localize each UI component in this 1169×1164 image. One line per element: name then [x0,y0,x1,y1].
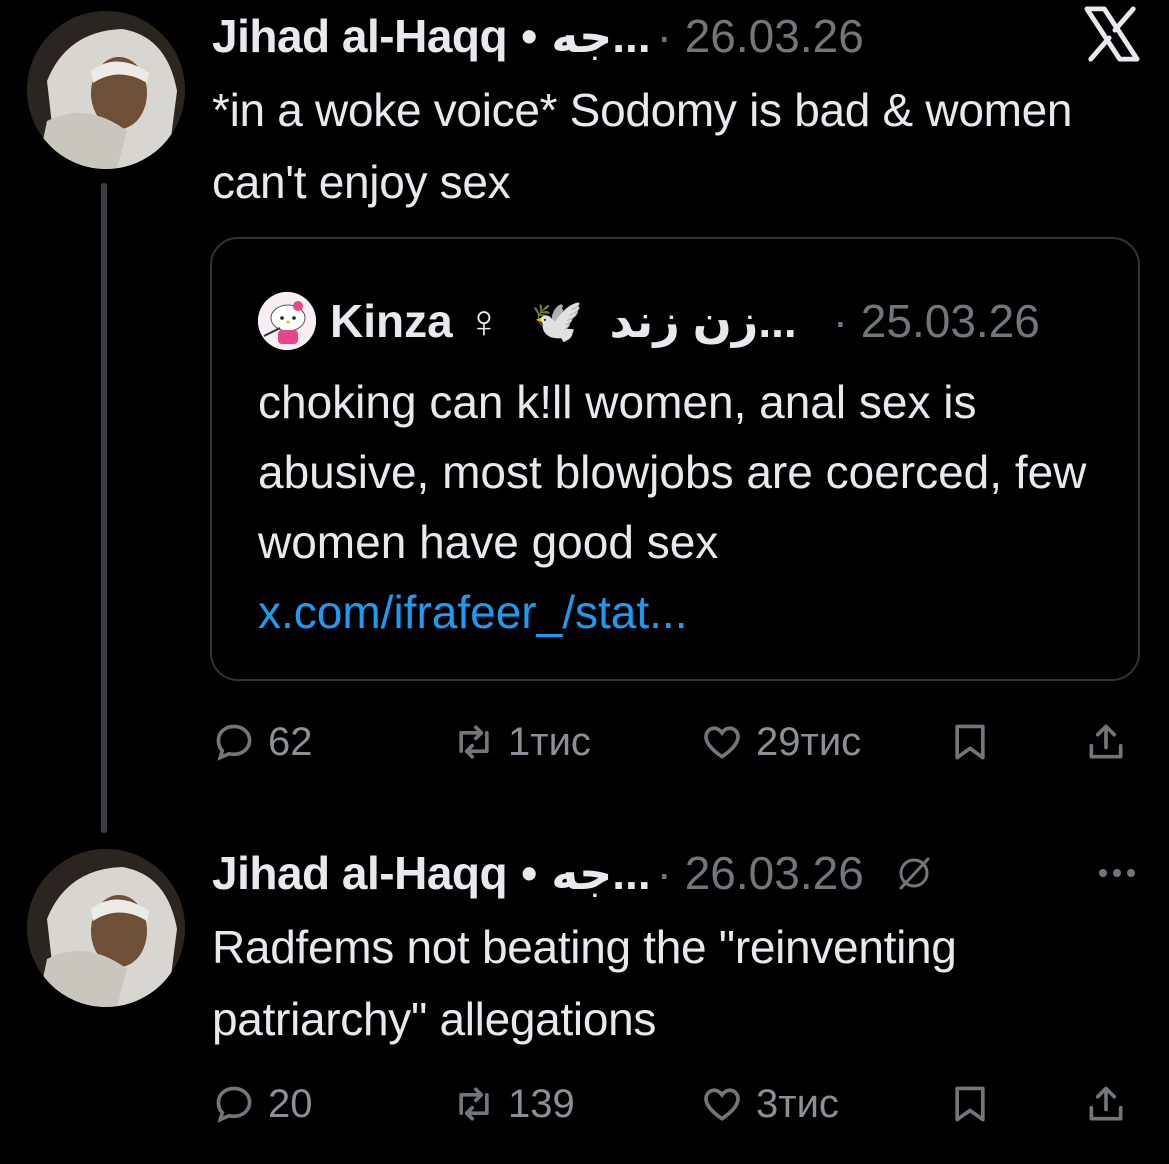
share-button[interactable] [1084,712,1140,772]
tweet-header: Jihad al-Haqq • جه... · 26.03.26 [212,843,1141,903]
retweet-icon [459,725,489,759]
retweet-button[interactable]: 139 [452,1074,575,1134]
retweet-count: 139 [508,1081,575,1126]
tweet-text: *in a woke voice* Sodomy is bad & women … [212,84,1073,208]
bookmark-icon [955,724,985,760]
hello-kitty-avatar-icon [258,292,316,350]
reply-button[interactable]: 62 [212,712,313,772]
tweet-1[interactable]: Jihad al-Haqq • جه... · 26.03.26 *in a w… [212,6,1141,218]
tweet-text: Radfems not beating the "reinventing pat… [212,921,957,1045]
retweet-count: 1тис [508,719,591,764]
author-name[interactable]: Jihad al-Haqq [212,9,508,63]
quoted-tweet-link[interactable]: x.com/ifrafeer_/stat... [258,586,687,638]
quoted-avatar[interactable] [258,292,316,350]
quoted-author-arabic-name[interactable]: زن زند... [609,294,796,348]
quoted-tweet-date[interactable]: · 25.03.26 [833,294,1040,348]
avatar-image [27,11,185,169]
like-count: 29тис [756,719,862,764]
tweet-2[interactable]: Jihad al-Haqq • جه... · 26.03.26 Radfems… [212,843,1141,1055]
quoted-tweet-header: Kinza ♀ 🕊️ زن زند... · 25.03.26 [258,291,1040,351]
avatar[interactable] [27,849,185,1007]
bookmark-button[interactable] [948,1074,1004,1134]
like-button[interactable]: 29тис [700,712,861,772]
avatar[interactable] [27,11,185,169]
dove-icon: 🕊️ [531,296,584,344]
more-icon[interactable] [1097,867,1137,879]
share-icon [1089,724,1123,759]
tweet-actions: 20 139 3тис [212,1074,1142,1134]
separator: • [521,10,538,62]
quoted-tweet-body: choking can k!ll women, anal sex is abus… [258,367,1118,647]
share-icon [1089,1086,1123,1121]
avatar-image [27,849,185,1007]
reply-icon [216,724,252,761]
thread-view: Jihad al-Haqq • جه... · 26.03.26 *in a w… [0,0,1169,1164]
thread-connector [101,183,107,833]
like-count: 3тис [756,1081,839,1126]
tweet-date[interactable]: · 26.03.26 [657,9,864,63]
female-sign-icon: ♀ [466,295,502,347]
separator: • [521,847,538,899]
share-button[interactable] [1084,1074,1140,1134]
retweet-icon [459,1087,489,1121]
like-button[interactable]: 3тис [700,1074,839,1134]
x-logo-icon[interactable] [1083,6,1141,62]
bookmark-button[interactable] [948,712,1004,772]
quoted-tweet[interactable]: Kinza ♀ 🕊️ زن زند... · 25.03.26 choking … [210,237,1140,681]
author-arabic-name[interactable]: جه... [551,9,650,63]
bookmark-icon [955,1086,985,1122]
reply-icon [216,1086,252,1123]
quoted-tweet-text: choking can k!ll women, anal sex is abus… [258,376,1087,568]
retweet-button[interactable]: 1тис [452,712,591,772]
grok-icon[interactable] [894,853,934,893]
reply-button[interactable]: 20 [212,1074,313,1134]
tweet-actions: 62 1тис 29тис [212,712,1142,772]
reply-count: 62 [268,719,313,764]
quoted-author-name[interactable]: Kinza [330,294,453,348]
reply-count: 20 [268,1081,313,1126]
tweet-date[interactable]: · 26.03.26 [657,846,864,900]
author-arabic-name[interactable]: جه... [551,846,650,900]
tweet-header: Jihad al-Haqq • جه... · 26.03.26 [212,6,1141,66]
heart-icon [704,1088,740,1121]
heart-icon [704,726,740,759]
author-name[interactable]: Jihad al-Haqq [212,846,508,900]
